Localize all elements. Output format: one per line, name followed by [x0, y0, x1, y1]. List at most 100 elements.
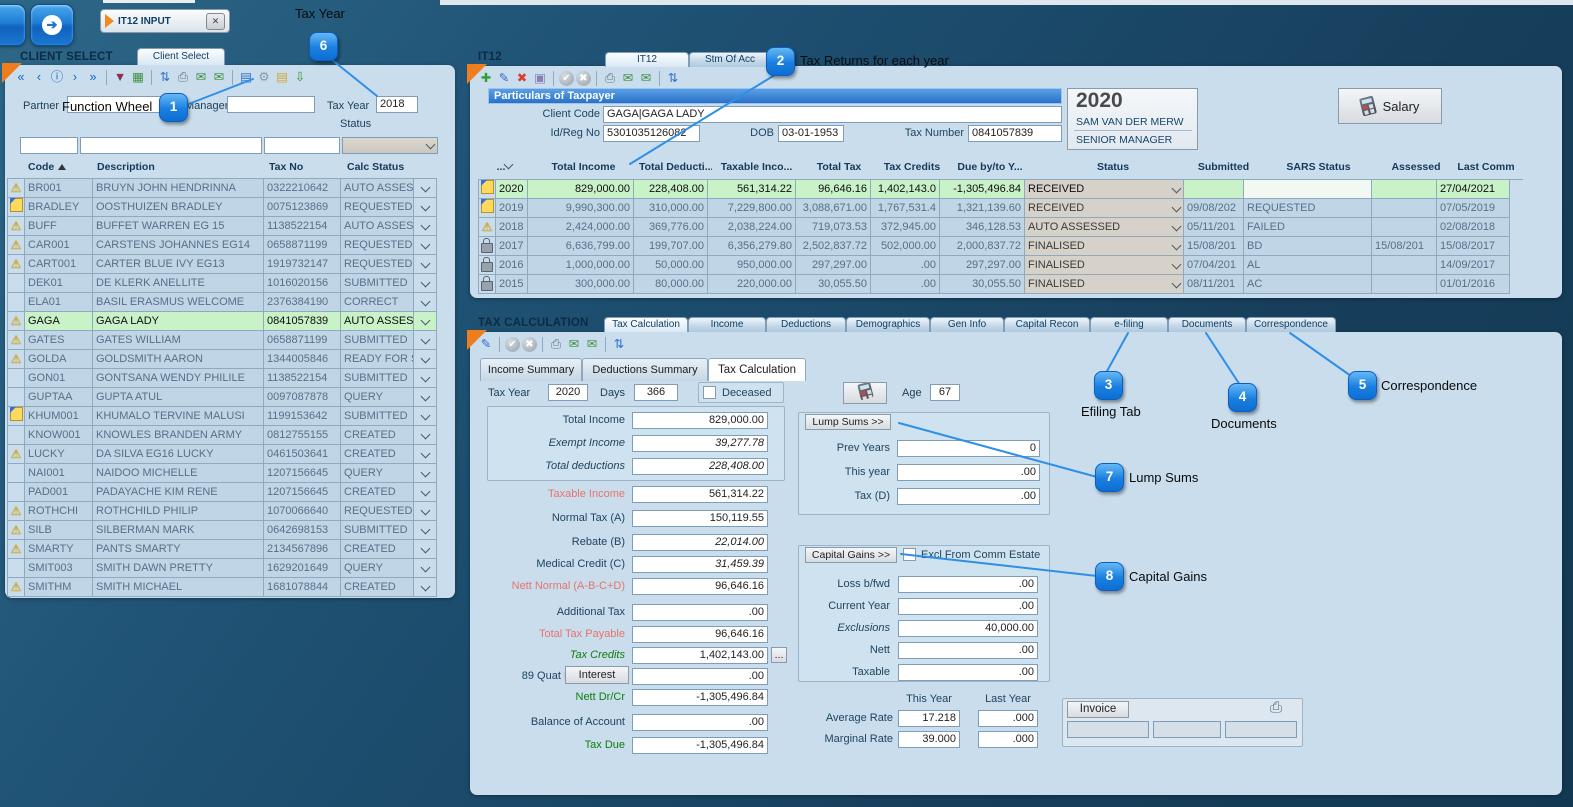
client-row[interactable]: ⚠LUCKYDA SILVA EG16 LUCKY0461503641CREAT…: [8, 444, 437, 464]
year-row[interactable]: ⚠20182,424,000.00369,776.002,038,224.007…: [479, 217, 1510, 237]
grid-icon[interactable]: ▦: [130, 69, 146, 86]
sort-icon[interactable]: ⇅: [611, 336, 627, 353]
calc-status-dropdown[interactable]: [413, 178, 437, 198]
lump-tax-d-value[interactable]: .00: [897, 488, 1040, 505]
view-icon[interactable]: ▤: [238, 69, 254, 86]
client-row[interactable]: ⚠CAR001CARSTENS JOHANNES EG140658871199R…: [8, 235, 437, 255]
mail-receive-icon[interactable]: ✉: [620, 70, 636, 87]
lump-this-year-value[interactable]: .00: [897, 464, 1040, 481]
last-record-icon[interactable]: »: [85, 69, 101, 86]
calc-status-dropdown[interactable]: [413, 406, 437, 426]
calc-status-dropdown[interactable]: [413, 558, 437, 578]
document-tab-it12-input[interactable]: IT12 INPUT ✕: [100, 9, 230, 33]
quat-interest-value[interactable]: .00: [632, 668, 768, 685]
calc-status-dropdown[interactable]: [413, 349, 437, 369]
printer-icon[interactable]: ⎙: [1270, 699, 1282, 716]
taxable-income-value[interactable]: 561,314.22: [632, 486, 768, 503]
mail-send-icon[interactable]: ✉: [584, 336, 600, 353]
print-icon[interactable]: ⎙: [548, 336, 564, 353]
calc-status-dropdown[interactable]: [413, 444, 437, 464]
tax-year-input[interactable]: 2018: [376, 96, 418, 113]
year-row[interactable]: 2015300,000.0080,000.00220,000.0030,055.…: [479, 274, 1510, 294]
approve-icon[interactable]: ✔: [559, 71, 574, 86]
client-row[interactable]: KNOW001KNOWLES BRANDEN ARMY0812755155CRE…: [8, 425, 437, 445]
recalculate-button[interactable]: [843, 382, 887, 404]
status-dropdown-cell[interactable]: FINALISED: [1024, 274, 1184, 294]
days-input[interactable]: 366: [634, 384, 678, 401]
balance-value[interactable]: .00: [632, 714, 768, 731]
marginal-rate-last-year[interactable]: .000: [978, 731, 1038, 748]
calc-tax-year-input[interactable]: 2020: [548, 384, 588, 401]
exclusions-value[interactable]: 40,000.00: [898, 620, 1038, 637]
client-row[interactable]: ⚠GATESGATES WILLIAM0658871199SUBMITTED: [8, 330, 437, 350]
delete-icon[interactable]: ✖: [514, 70, 530, 87]
client-row[interactable]: ⚠SMARTYPANTS SMARTY2134567896CREATED: [8, 539, 437, 559]
tax-due-value[interactable]: -1,305,496.84: [632, 737, 768, 754]
client-row[interactable]: BRADLEYOOSTHUIZEN BRADLEY0075123869REQUE…: [8, 197, 437, 217]
client-row[interactable]: ⚠GOLDAGOLDSMITH AARON1344005846READY FOR…: [8, 349, 437, 369]
status-dropdown-cell[interactable]: FINALISED: [1024, 236, 1184, 256]
close-icon[interactable]: ✕: [206, 13, 225, 30]
tab-tax-calculation[interactable]: Tax Calculation: [604, 317, 688, 332]
cg-nett-value[interactable]: .00: [898, 642, 1038, 659]
calc-status-dropdown[interactable]: [413, 425, 437, 445]
tab-stm-of-acc[interactable]: Stm Of Acc: [689, 52, 771, 67]
nett-drcr-value[interactable]: -1,305,496.84: [632, 689, 768, 706]
tax-credits-value[interactable]: 1,402,143.00: [632, 647, 768, 664]
prev-years-value[interactable]: 0: [897, 440, 1040, 457]
cg-current-year-value[interactable]: .00: [898, 598, 1038, 615]
calc-status-dropdown[interactable]: [413, 273, 437, 293]
reject-icon[interactable]: ✖: [522, 337, 537, 352]
calc-status-dropdown[interactable]: [413, 501, 437, 521]
filter-description-input[interactable]: [80, 137, 262, 154]
calc-status-dropdown[interactable]: [413, 235, 437, 255]
tab-capital-recon[interactable]: Capital Recon: [1004, 317, 1090, 332]
tab-documents[interactable]: Documents: [1168, 317, 1246, 332]
approve-icon[interactable]: ✔: [505, 337, 520, 352]
calc-status-dropdown[interactable]: [413, 539, 437, 559]
tab-e-filing[interactable]: e-filing: [1090, 317, 1168, 332]
forward-button[interactable]: ➔: [30, 4, 74, 46]
edit-icon[interactable]: ✎: [496, 70, 512, 87]
calc-status-dropdown[interactable]: [413, 387, 437, 407]
deceased-checkbox[interactable]: [703, 386, 716, 399]
excl-comm-estate-checkbox[interactable]: [903, 548, 916, 561]
notes-icon[interactable]: ▤: [274, 69, 290, 86]
id-reg-value[interactable]: 5301035126082: [603, 125, 700, 142]
mail-receive-icon[interactable]: ✉: [193, 69, 209, 86]
calc-status-dropdown[interactable]: [413, 330, 437, 350]
subtab-deductions-summary[interactable]: Deductions Summary: [582, 358, 708, 381]
new-icon[interactable]: ✚: [478, 70, 494, 87]
year-row[interactable]: 20176,636,799.00199,707.006,356,279.802,…: [479, 236, 1510, 256]
edit-icon[interactable]: ✎: [478, 336, 494, 353]
copy-icon[interactable]: ▣: [532, 70, 548, 87]
total-deductions-value[interactable]: 228,408.00: [632, 458, 768, 475]
normal-tax-value[interactable]: 150,119.55: [632, 510, 768, 527]
tab-client-select[interactable]: Client Select: [137, 48, 225, 65]
calc-status-dropdown[interactable]: [413, 197, 437, 217]
client-row[interactable]: ⚠BUFFBUFFET WARREN EG 151138522154AUTO A…: [8, 216, 437, 236]
calc-status-dropdown[interactable]: [413, 292, 437, 312]
client-row[interactable]: ⚠SMITHMSMITH MICHAEL1681078844CREATED: [8, 577, 437, 597]
interest-button[interactable]: Interest: [565, 666, 629, 684]
filter-code-input[interactable]: [20, 137, 78, 154]
subtab-income-summary[interactable]: Income Summary: [480, 358, 582, 381]
average-rate-last-year[interactable]: .000: [978, 710, 1038, 727]
age-input[interactable]: 67: [930, 384, 960, 401]
invoice-button[interactable]: Invoice: [1067, 701, 1129, 718]
back-button[interactable]: [0, 4, 26, 46]
medical-credit-value[interactable]: 31,459.39: [632, 556, 768, 573]
year-row[interactable]: 20161,000,000.0050,000.00950,000.00297,2…: [479, 255, 1510, 275]
export-icon[interactable]: ⇩: [292, 69, 308, 86]
status-dropdown-cell[interactable]: RECEIVED: [1024, 198, 1184, 218]
tab-it12[interactable]: IT12: [605, 52, 689, 67]
rebate-value[interactable]: 22,014.00: [632, 534, 768, 551]
tab-income[interactable]: Income: [688, 317, 766, 332]
print-icon[interactable]: ⎙: [175, 69, 191, 86]
filter-icon[interactable]: ▼: [112, 69, 128, 86]
client-row[interactable]: ⚠BR001BRUYN JOHN HENDRINNA0322210642AUTO…: [8, 178, 437, 198]
client-row[interactable]: SMIT003SMITH DAWN PRETTY1629201649QUERY: [8, 558, 437, 578]
tab-deductions[interactable]: Deductions: [766, 317, 846, 332]
record-info-icon[interactable]: ⓘ: [49, 69, 65, 86]
status-dropdown-cell[interactable]: RECEIVED: [1024, 179, 1184, 199]
